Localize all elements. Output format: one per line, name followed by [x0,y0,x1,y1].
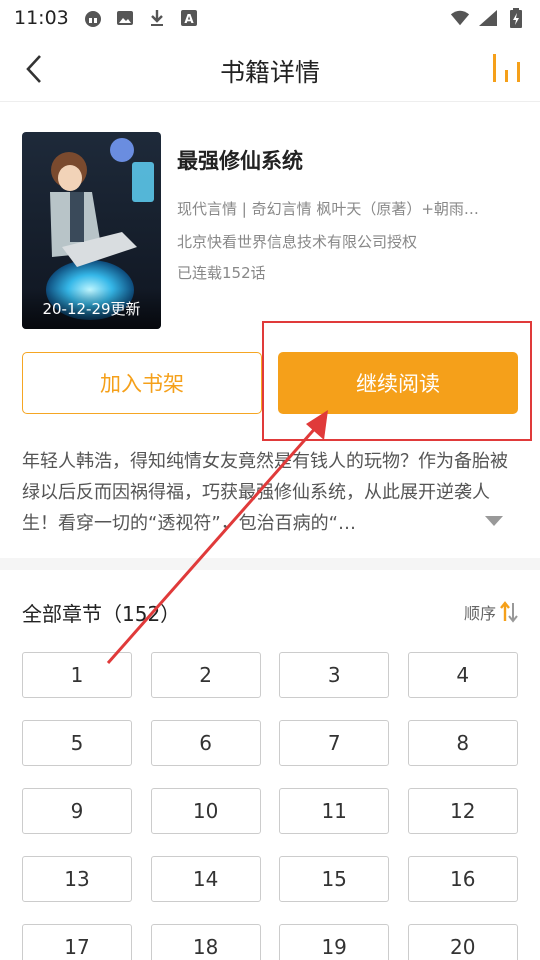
status-time: 11:03 [14,7,69,29]
status-bar: 11:03 A [0,0,540,36]
chapter-item[interactable]: 7 [279,720,390,766]
chapter-item[interactable]: 4 [407,652,518,698]
status-icons-right [450,8,526,28]
status-icons-left: A [83,9,199,27]
nav-bar: 书籍详情 [0,36,540,102]
ranking-icon [493,54,520,82]
chapters-header: 全部章节（152） [22,602,181,626]
chapter-item[interactable]: 6 [150,720,261,766]
signal-icon [478,9,498,27]
a-icon: A [179,9,199,27]
chapter-grid: 1 2 3 4 5 6 7 8 9 10 11 12 13 14 15 16 17 18 19 20 [22,652,518,960]
image-icon [115,9,135,27]
chapter-item[interactable]: 18 [150,924,261,960]
chapter-item[interactable]: 5 [22,720,132,766]
chapter-item[interactable]: 17 [22,924,132,960]
chapter-item[interactable]: 1 [22,652,132,698]
chapter-item[interactable]: 10 [150,788,261,834]
book-title: 最强修仙系统 [177,149,303,173]
sort-label: 顺序 [463,604,496,623]
battery-icon [506,8,526,28]
download-icon [147,9,167,27]
update-date: 20-12-29更新 [22,289,161,329]
chapter-item[interactable]: 8 [407,720,518,766]
ranking-button[interactable] [490,52,524,86]
book-cover[interactable]: 20-12-29更新 [22,132,161,329]
annotation-highlight-box [262,321,532,441]
chapter-item[interactable]: 12 [407,788,518,834]
book-genres-authors: 现代言情 | 奇幻言情 枫叶天（原著）+朝雨… [177,200,479,218]
book-status: 已连载152话 [177,264,266,282]
chapter-item[interactable]: 14 [150,856,261,902]
chapter-item[interactable]: 15 [279,856,390,902]
section-divider [0,558,540,570]
sort-arrows-icon [500,601,518,623]
add-to-shelf-button[interactable]: 加入书架 [22,352,262,414]
page-title: 书籍详情 [219,58,320,87]
chapter-item[interactable]: 9 [22,788,132,834]
book-license: 北京快看世界信息技术有限公司授权 [177,233,418,251]
svg-text:A: A [184,12,194,26]
chapter-item[interactable]: 16 [407,856,518,902]
chapter-item[interactable]: 13 [22,856,132,902]
chapter-item[interactable]: 2 [150,652,261,698]
sort-order-button[interactable]: 顺序 [464,600,518,624]
chapter-item[interactable]: 19 [279,924,390,960]
chapter-item[interactable]: 20 [407,924,518,960]
book-description[interactable]: 年轻人韩浩，得知纯情女友竟然是有钱人的玩物？作为备胎被绿以后反而因祸得福，巧获最… [22,446,518,539]
expand-triangle-icon[interactable] [484,515,504,527]
headset-icon [83,9,103,27]
wifi-icon [450,9,470,27]
chapter-item[interactable]: 3 [279,652,390,698]
chapter-item[interactable]: 11 [279,788,390,834]
